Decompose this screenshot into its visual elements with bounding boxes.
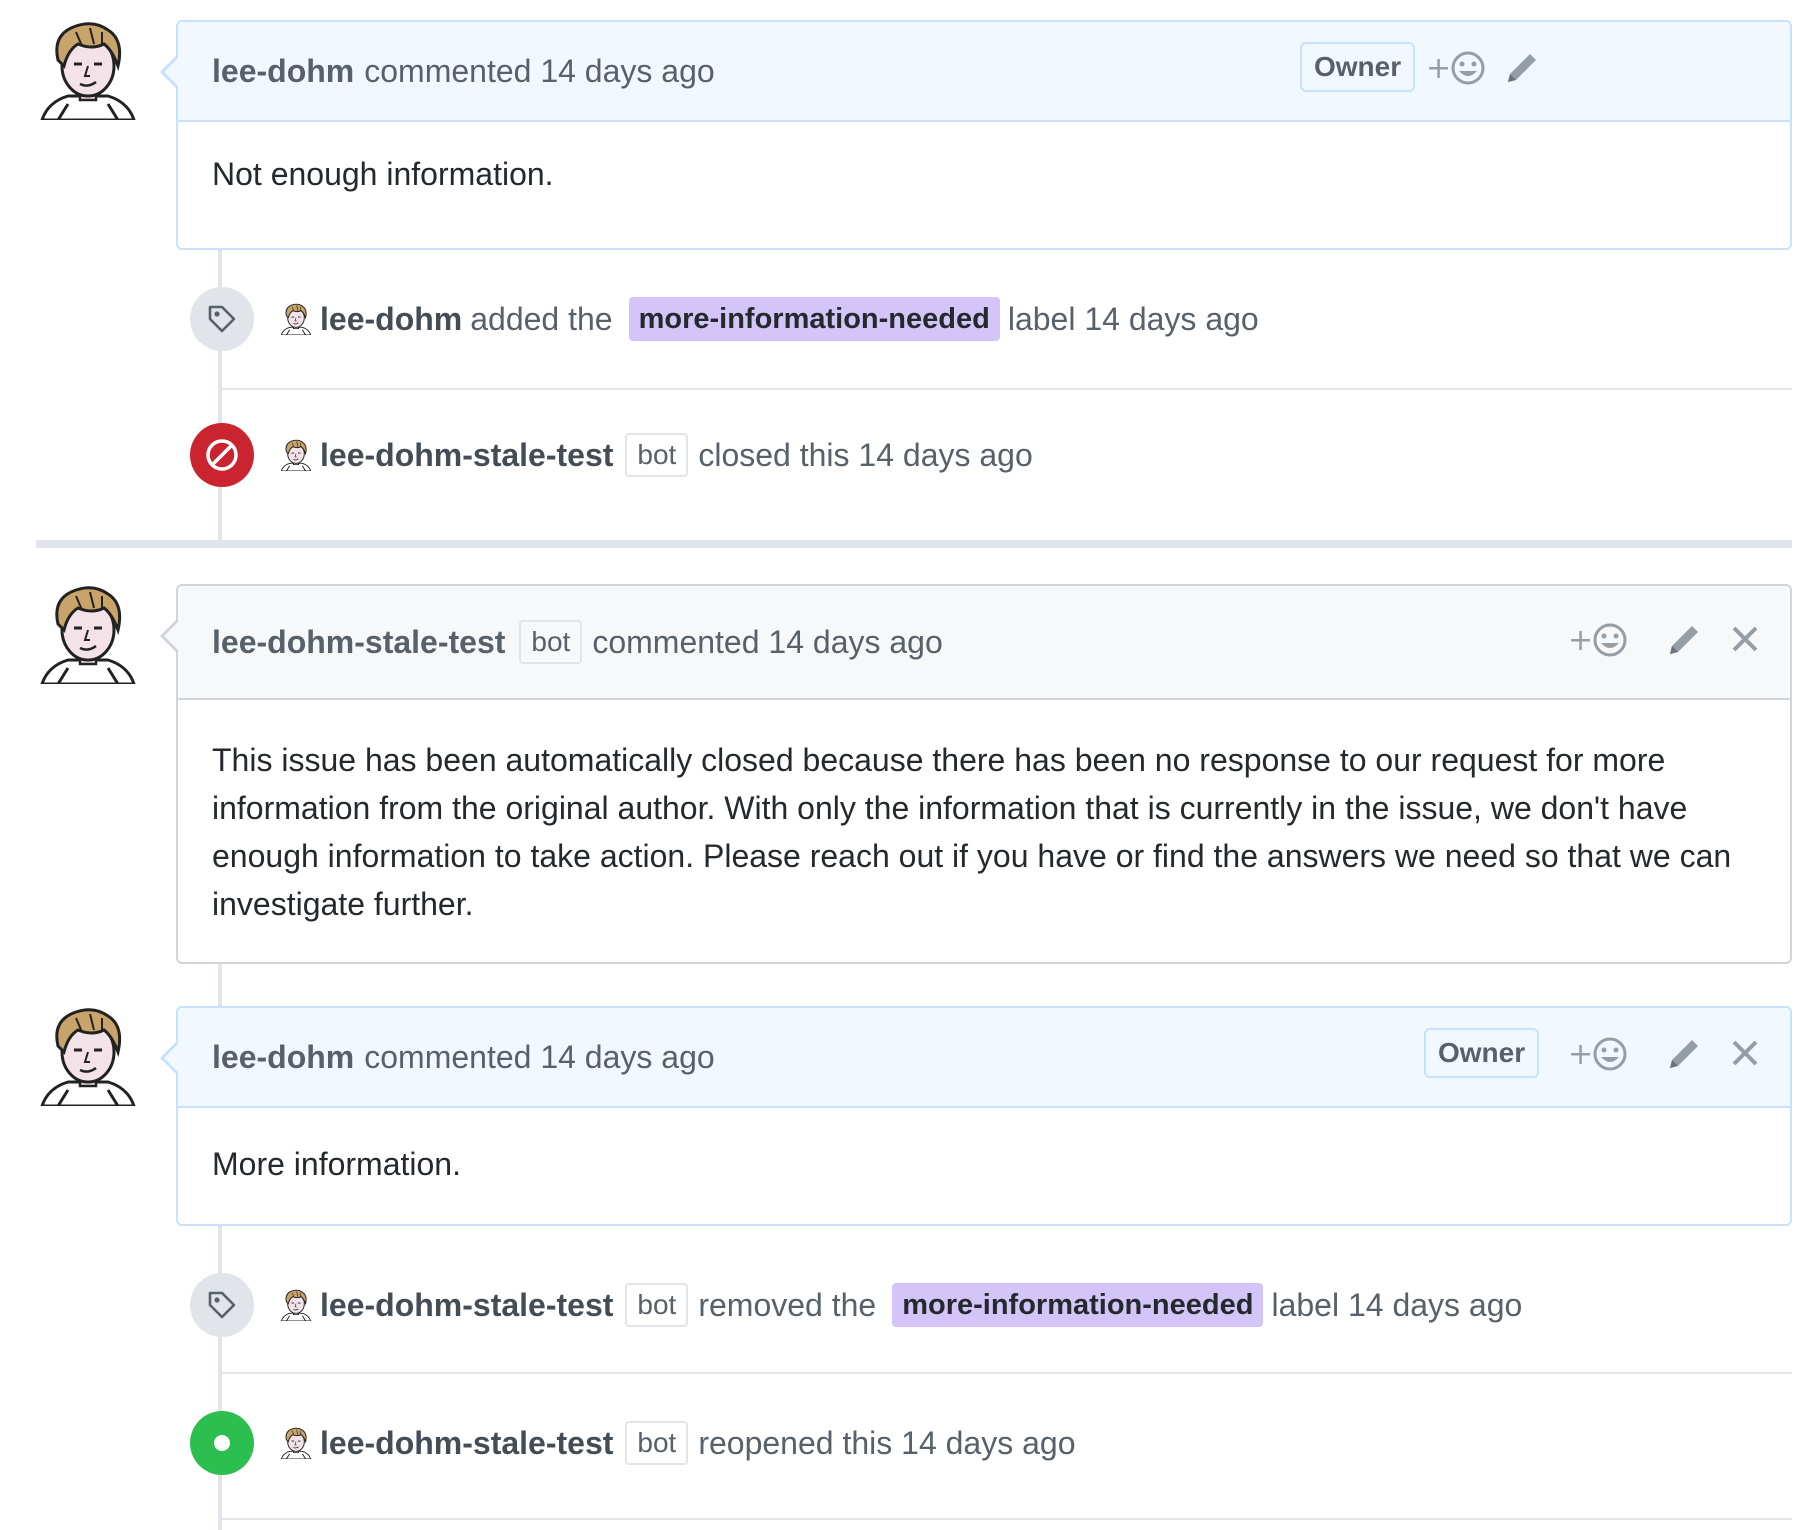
actor-avatar[interactable] (280, 1427, 312, 1459)
timeline-event-labeled: lee-dohm added the more-information-need… (190, 284, 1267, 354)
comment-timestamp[interactable]: commented 14 days ago (592, 624, 942, 661)
event-suffix[interactable]: label 14 days ago (1008, 301, 1259, 338)
comment-body: This issue has been automatically closed… (178, 700, 1790, 928)
bot-badge: bot (519, 620, 583, 664)
edit-pencil-icon[interactable] (1666, 622, 1702, 666)
tag-icon (190, 287, 254, 351)
bot-badge: bot (625, 433, 689, 477)
bot-badge: bot (625, 1283, 689, 1327)
comment-text: This issue has been automatically closed… (212, 742, 1732, 922)
comment-timestamp[interactable]: commented 14 days ago (364, 1039, 714, 1076)
add-reaction-button[interactable]: + (1426, 48, 1490, 96)
svg-text:+: + (1426, 51, 1451, 86)
avatar[interactable] (38, 1006, 138, 1106)
event-verb: added the (470, 300, 613, 337)
owner-badge: Owner (1300, 42, 1416, 92)
comment-body: More information. (178, 1108, 1790, 1183)
event-suffix[interactable]: label 14 days ago (1271, 1287, 1522, 1324)
comment-author-link[interactable]: lee-dohm (212, 53, 354, 90)
actor-avatar[interactable] (280, 439, 312, 471)
event-actor-link[interactable]: lee-dohm-stale-test (320, 1425, 613, 1462)
event-actor-link[interactable]: lee-dohm (320, 301, 462, 338)
comment-text: More information. (212, 1146, 461, 1182)
comment-card: lee-dohm-stale-test bot commented 14 day… (160, 584, 1792, 964)
comment-author-link[interactable]: lee-dohm-stale-test (212, 624, 505, 661)
comment-card: lee-dohm commented 14 days ago Owner + N… (160, 20, 1792, 250)
actor-avatar[interactable] (280, 303, 312, 335)
comment-author-link[interactable]: lee-dohm (212, 1039, 354, 1076)
event-verb[interactable]: closed this 14 days ago (698, 437, 1032, 474)
close-icon[interactable] (1730, 624, 1760, 662)
timeline-event-closed: lee-dohm-stale-test bot closed this 14 d… (190, 420, 1041, 490)
edit-pencil-icon[interactable] (1666, 1036, 1702, 1080)
svg-text:+: + (1568, 1037, 1593, 1072)
comment-header: lee-dohm-stale-test bot commented 14 day… (178, 586, 1790, 700)
bot-badge: bot (625, 1421, 689, 1465)
event-verb: removed the (698, 1286, 877, 1323)
tag-icon (190, 1273, 254, 1337)
timeline-section-divider (36, 540, 1792, 548)
comment-card: lee-dohm commented 14 days ago Owner + M… (160, 1006, 1792, 1226)
label-chip[interactable]: more-information-needed (892, 1283, 1264, 1327)
event-divider (222, 1518, 1792, 1520)
timeline-connector (218, 964, 222, 1006)
comment-body: Not enough information. (178, 122, 1790, 193)
event-actor-link[interactable]: lee-dohm-stale-test (320, 437, 613, 474)
avatar[interactable] (38, 20, 138, 120)
timeline-event-reopened: lee-dohm-stale-test bot reopened this 14… (190, 1408, 1084, 1478)
edit-pencil-icon[interactable] (1504, 50, 1540, 94)
add-reaction-button[interactable]: + (1568, 1034, 1632, 1082)
comment-header: lee-dohm commented 14 days ago Owner + (178, 1008, 1790, 1108)
label-chip[interactable]: more-information-needed (628, 297, 1000, 341)
avatar[interactable] (38, 584, 138, 684)
svg-text:+: + (1568, 623, 1593, 658)
timeline-event-unlabeled: lee-dohm-stale-test bot removed the more… (190, 1270, 1530, 1340)
event-divider (222, 1372, 1792, 1374)
event-verb[interactable]: reopened this 14 days ago (698, 1425, 1075, 1462)
comment-text: Not enough information. (212, 156, 554, 192)
event-actor-link[interactable]: lee-dohm-stale-test (320, 1287, 613, 1324)
circle-slash-icon (190, 423, 254, 487)
close-icon[interactable] (1730, 1038, 1760, 1076)
owner-badge: Owner (1424, 1028, 1540, 1078)
comment-header: lee-dohm commented 14 days ago Owner + (178, 22, 1790, 122)
event-divider (222, 388, 1792, 390)
comment-timestamp[interactable]: commented 14 days ago (364, 53, 714, 90)
primitive-dot-icon (190, 1411, 254, 1475)
actor-avatar[interactable] (280, 1289, 312, 1321)
add-reaction-button[interactable]: + (1568, 620, 1632, 668)
